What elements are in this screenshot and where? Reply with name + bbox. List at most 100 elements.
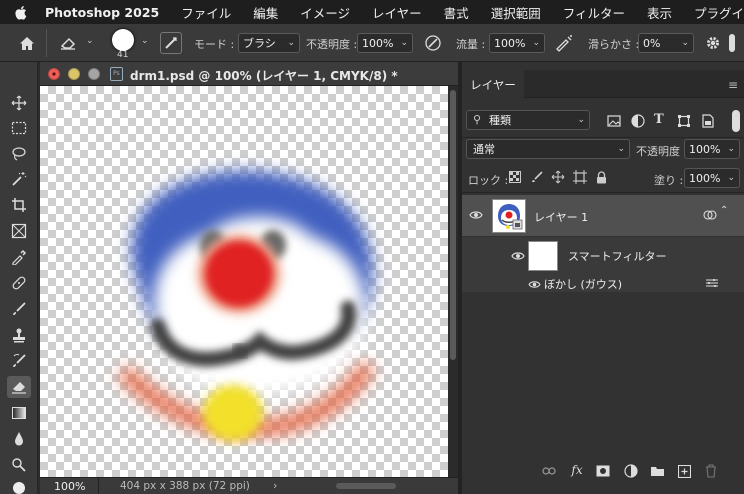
smart-filter-row[interactable]: スマートフィルター (462, 237, 744, 274)
flow-value: 100% (494, 36, 526, 50)
opacity-field[interactable]: 100% ⌄ (357, 33, 413, 53)
add-mask-icon[interactable] (594, 462, 612, 480)
history-brush-icon[interactable] (7, 350, 31, 372)
filter-effect-name[interactable]: ぼかし (ガウス) (544, 276, 622, 292)
eye-icon[interactable] (526, 278, 542, 290)
adjustment-layer-icon[interactable] (622, 462, 640, 480)
home-icon[interactable] (16, 33, 38, 53)
link-layers-icon[interactable] (540, 462, 558, 480)
magic-wand-icon[interactable] (7, 168, 31, 190)
panel-menu-icon[interactable]: ≡ (728, 78, 738, 92)
menu-select[interactable]: 選択範囲 (491, 3, 541, 22)
document-info[interactable]: 404 px x 388 px (72 ppi) (120, 480, 250, 492)
psd-file-icon: Ps (110, 67, 123, 81)
fill-label: 塗り : (654, 174, 684, 187)
eyedropper-icon[interactable] (7, 246, 31, 268)
menu-filter[interactable]: フィルター (563, 3, 625, 22)
brush-preview[interactable] (112, 29, 134, 51)
lock-transparent-icon[interactable] (508, 170, 522, 184)
crop-tool-icon[interactable] (7, 194, 31, 216)
eraser-tool-icon[interactable] (7, 376, 31, 398)
new-layer-icon[interactable] (675, 462, 693, 480)
filter-shape-icon[interactable] (676, 113, 692, 129)
tab-layers[interactable]: レイヤー (462, 70, 524, 99)
move-tool-icon[interactable] (7, 92, 31, 114)
filter-pixel-icon[interactable] (606, 113, 622, 129)
vertical-scrollbar[interactable] (448, 86, 458, 477)
layer-row[interactable]: レイヤー 1 ⌃ (462, 195, 744, 236)
smoothing-field[interactable]: 0% ⌄ (638, 33, 694, 53)
chevron-down-icon[interactable]: ⌄ (141, 36, 149, 46)
gradient-tool-icon[interactable] (7, 402, 31, 424)
smart-filter-badge-icon[interactable] (702, 208, 718, 222)
healing-brush-icon[interactable] (7, 272, 31, 294)
brush-settings-icon[interactable] (160, 32, 182, 54)
scroll-thumb[interactable] (450, 90, 456, 360)
blending-options-icon[interactable] (704, 277, 720, 289)
mode-dropdown[interactable]: ブラシ ⌄ (238, 33, 300, 53)
airbrush-icon[interactable] (552, 33, 576, 53)
eye-icon[interactable] (510, 250, 526, 262)
fill-field[interactable]: 100% ⌄ (684, 168, 740, 188)
filter-effect-row[interactable]: ぼかし (ガウス) (462, 274, 744, 292)
lock-all-icon[interactable] (594, 169, 608, 185)
lock-artboard-icon[interactable] (572, 169, 588, 185)
close-window-icon[interactable] (48, 68, 60, 80)
divider (98, 478, 99, 494)
filter-adjustment-icon[interactable] (630, 113, 646, 129)
horizontal-scroll-thumb[interactable] (336, 483, 396, 489)
gear-icon[interactable] (702, 33, 724, 53)
chevron-down-icon[interactable]: ⌄ (86, 36, 94, 46)
pen-tool-icon[interactable] (13, 482, 25, 494)
zoom-level[interactable]: 100% (54, 480, 85, 493)
minimize-window-icon[interactable] (68, 68, 80, 80)
divider (462, 137, 744, 138)
menu-view[interactable]: 表示 (647, 3, 672, 22)
menu-image[interactable]: イメージ (300, 3, 350, 22)
blur-tool-icon[interactable] (7, 428, 31, 450)
marquee-tool-icon[interactable] (7, 117, 31, 139)
menu-type[interactable]: 書式 (444, 3, 469, 22)
blend-mode-dropdown[interactable]: 通常 ⌄ (466, 139, 630, 159)
clone-stamp-icon[interactable] (7, 324, 31, 346)
menu-plugins[interactable]: プラグイン (694, 3, 744, 22)
chevron-down-icon: ⌄ (400, 38, 408, 48)
filter-type-icon[interactable]: T (654, 112, 664, 127)
delete-layer-icon[interactable] (702, 462, 720, 480)
flow-field[interactable]: 100% ⌄ (489, 33, 545, 53)
layer-opacity-field[interactable]: 100% ⌄ (684, 139, 740, 159)
chevron-up-icon[interactable]: ⌃ (720, 205, 728, 216)
brush-tool-icon[interactable] (7, 298, 31, 320)
eye-icon[interactable] (468, 208, 484, 222)
canvas[interactable] (40, 86, 448, 477)
layer-style-fx-icon[interactable]: fx (568, 461, 586, 479)
lock-label: ロック : (468, 174, 509, 187)
layers-panel: レイヤー ≡ ⚲ 種類 ⌄ T 通常 ⌄ 不透明度 : 100% ⌄ ロック : (462, 62, 744, 494)
lasso-tool-icon[interactable] (7, 143, 31, 165)
document-title: drm1.psd @ 100% (レイヤー 1, CMYK/8) * (130, 69, 398, 83)
zoom-window-icon[interactable] (88, 68, 100, 80)
menu-file[interactable]: ファイル (181, 3, 231, 22)
pressure-opacity-icon[interactable] (422, 33, 444, 53)
menu-edit[interactable]: 編集 (253, 3, 278, 22)
dodge-tool-icon[interactable] (7, 454, 31, 476)
new-group-icon[interactable] (648, 462, 666, 480)
filter-kind-dropdown[interactable]: ⚲ 種類 ⌄ (466, 110, 590, 130)
smart-filter-label[interactable]: スマートフィルター (568, 248, 666, 264)
apple-icon[interactable] (14, 4, 27, 20)
frame-tool-icon[interactable] (7, 220, 31, 242)
lock-pixels-icon[interactable] (530, 170, 544, 184)
panel-footer: fx (462, 460, 744, 494)
pressure-size-toggle[interactable] (729, 34, 735, 52)
layer-name[interactable]: レイヤー 1 (534, 209, 588, 225)
eraser-tool-icon[interactable] (57, 33, 79, 53)
chevron-down-icon: ⌄ (727, 173, 735, 183)
bell (203, 385, 263, 441)
menu-layer[interactable]: レイヤー (372, 3, 422, 22)
smart-filter-mask-thumbnail[interactable] (528, 241, 558, 271)
chevron-right-icon[interactable]: › (273, 479, 277, 492)
filter-smart-object-icon[interactable] (700, 113, 716, 129)
app-menu[interactable]: Photoshop 2025 (45, 5, 159, 20)
lock-position-icon[interactable] (550, 169, 566, 185)
filter-toggle[interactable] (732, 110, 740, 132)
